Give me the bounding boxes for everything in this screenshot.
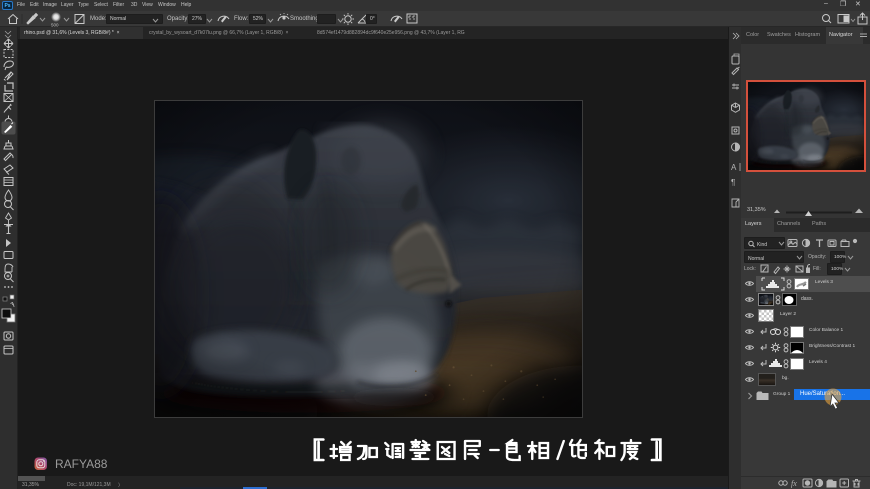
svg-text:¶: ¶ (731, 178, 735, 187)
svg-text:A: A (731, 163, 737, 172)
svg-text:fx: fx (791, 479, 797, 488)
